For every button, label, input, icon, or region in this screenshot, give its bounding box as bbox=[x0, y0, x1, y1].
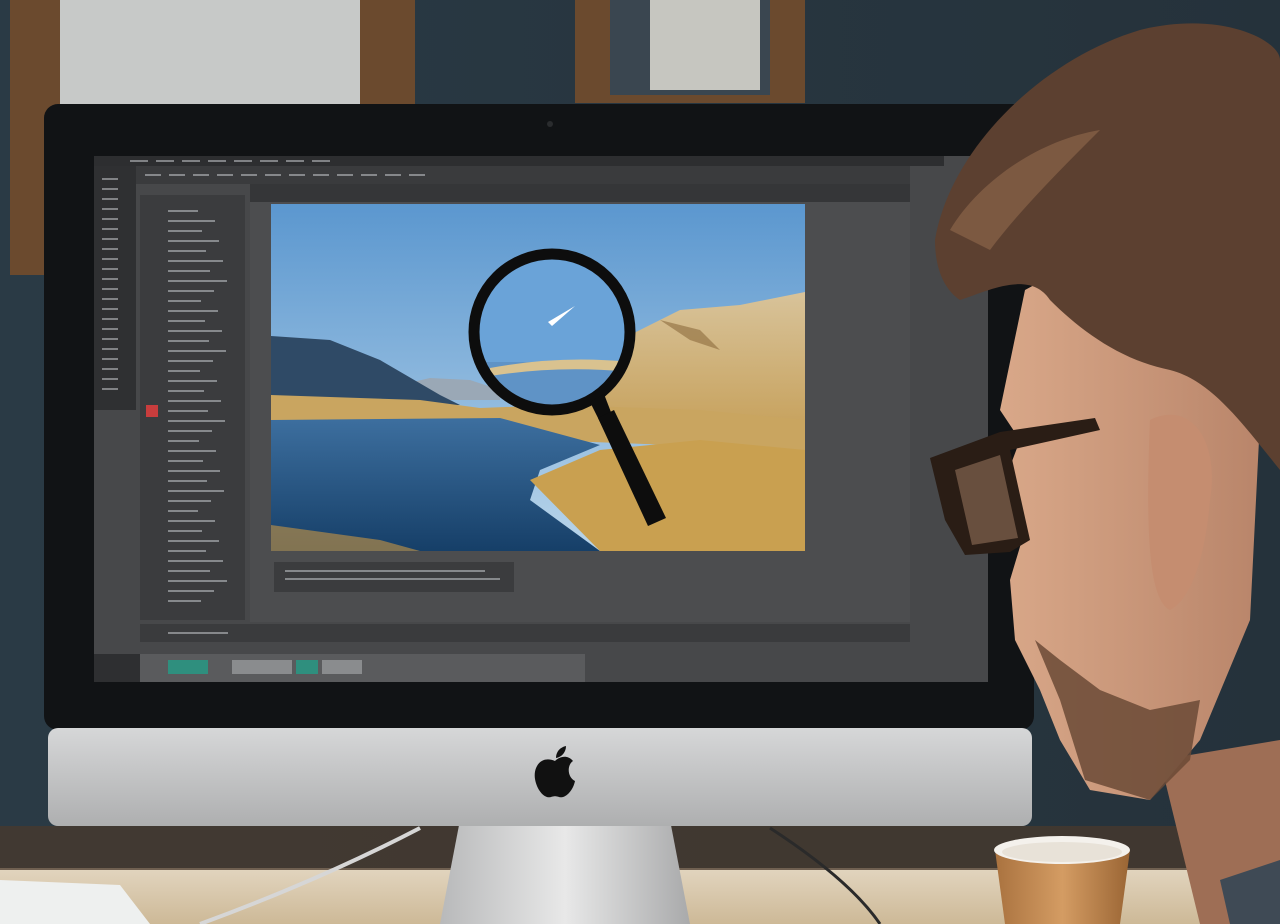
tool-glyph bbox=[102, 358, 118, 360]
option-item bbox=[193, 174, 209, 176]
tool-glyph bbox=[102, 228, 118, 230]
tool-glyph bbox=[102, 248, 118, 250]
menu-item bbox=[312, 160, 330, 162]
tool-glyph bbox=[102, 178, 118, 180]
option-item bbox=[241, 174, 257, 176]
option-item bbox=[337, 174, 353, 176]
layer-row bbox=[168, 290, 214, 292]
tool-glyph bbox=[102, 368, 118, 370]
layer-row bbox=[168, 390, 204, 392]
info-line bbox=[285, 570, 485, 572]
option-item bbox=[361, 174, 377, 176]
layer-row bbox=[168, 240, 219, 242]
tool-glyph bbox=[102, 318, 118, 320]
menu-item bbox=[156, 160, 174, 162]
monitor-stand bbox=[440, 820, 690, 924]
tool-glyph bbox=[102, 308, 118, 310]
layer-row bbox=[168, 530, 202, 532]
tool-glyph bbox=[102, 298, 118, 300]
menu-item bbox=[260, 160, 278, 162]
layer-row bbox=[168, 280, 227, 282]
layer-row bbox=[168, 250, 206, 252]
info-line bbox=[285, 578, 500, 580]
tool-glyph bbox=[102, 388, 118, 390]
layer-row bbox=[168, 540, 219, 542]
menu-item bbox=[130, 160, 148, 162]
layer-row bbox=[168, 310, 218, 312]
tool-glyph bbox=[102, 208, 118, 210]
layer-row bbox=[168, 380, 217, 382]
layer-row bbox=[168, 350, 226, 352]
coffee-cup bbox=[994, 836, 1130, 924]
option-item bbox=[217, 174, 233, 176]
layer-row bbox=[168, 330, 222, 332]
option-item bbox=[409, 174, 425, 176]
layer-row bbox=[168, 490, 224, 492]
layer-row bbox=[168, 430, 212, 432]
option-item bbox=[169, 174, 185, 176]
tool-glyph bbox=[102, 338, 118, 340]
layer-row bbox=[168, 270, 210, 272]
tool-glyph bbox=[102, 278, 118, 280]
layer-row bbox=[168, 340, 209, 342]
tool-glyph bbox=[102, 198, 118, 200]
layer-row bbox=[168, 370, 200, 372]
tool-glyph bbox=[102, 218, 118, 220]
layer-row bbox=[168, 220, 215, 222]
layer-row bbox=[168, 440, 199, 442]
layer-row bbox=[168, 520, 215, 522]
status-line bbox=[168, 632, 228, 634]
tool-glyph bbox=[102, 378, 118, 380]
layer-row bbox=[168, 320, 205, 322]
tool-glyph bbox=[102, 288, 118, 290]
layer-row bbox=[168, 410, 208, 412]
menu-item bbox=[286, 160, 304, 162]
option-item bbox=[385, 174, 401, 176]
layer-row bbox=[168, 300, 201, 302]
option-item bbox=[265, 174, 281, 176]
tool-glyph bbox=[102, 238, 118, 240]
layer-row bbox=[168, 450, 216, 452]
layer-row bbox=[168, 600, 201, 602]
layer-row bbox=[168, 400, 221, 402]
menu-item bbox=[182, 160, 200, 162]
layer-row bbox=[168, 480, 207, 482]
layer-row bbox=[168, 560, 223, 562]
document-tab-bar bbox=[250, 184, 910, 202]
layer-row bbox=[168, 420, 225, 422]
tool-glyph bbox=[102, 328, 118, 330]
tool-glyph bbox=[102, 258, 118, 260]
menu-item bbox=[208, 160, 226, 162]
layer-row bbox=[168, 570, 210, 572]
layer-row bbox=[168, 550, 206, 552]
layer-row bbox=[168, 260, 223, 262]
layer-row bbox=[168, 470, 220, 472]
layer-row bbox=[168, 460, 203, 462]
tool-glyph bbox=[102, 348, 118, 350]
option-item bbox=[313, 174, 329, 176]
layer-row bbox=[168, 510, 198, 512]
layer-row bbox=[168, 500, 211, 502]
status-bar bbox=[140, 624, 910, 642]
info-box bbox=[274, 562, 514, 592]
layer-row bbox=[168, 210, 198, 212]
menu-item bbox=[234, 160, 252, 162]
layer-row bbox=[168, 230, 202, 232]
layer-row bbox=[168, 590, 214, 592]
option-item bbox=[289, 174, 305, 176]
scene-illustration bbox=[0, 0, 1280, 924]
tool-glyph bbox=[102, 188, 118, 190]
layer-row bbox=[168, 580, 227, 582]
option-item bbox=[145, 174, 161, 176]
taskbar-icons bbox=[168, 660, 362, 674]
tool-glyph bbox=[102, 268, 118, 270]
layer-row bbox=[168, 360, 213, 362]
